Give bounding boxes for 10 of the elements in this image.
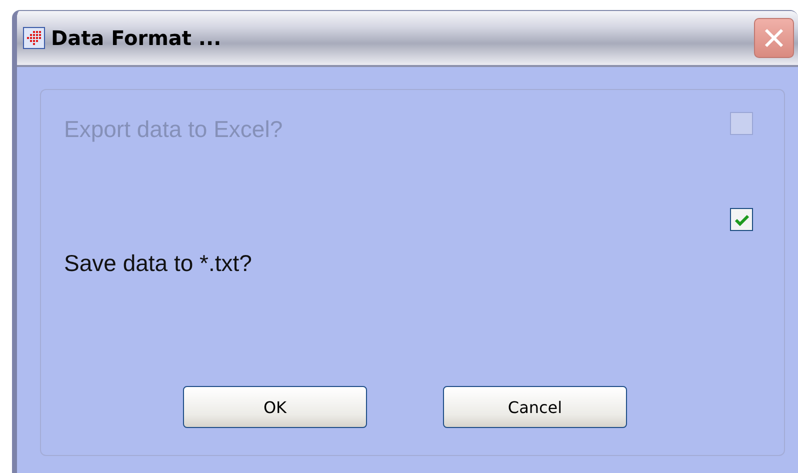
- option-label: Save data to *.txt?: [64, 250, 252, 277]
- close-button[interactable]: [754, 18, 794, 58]
- app-icon: [23, 27, 45, 49]
- checkbox[interactable]: [730, 208, 753, 231]
- close-icon: [763, 27, 785, 49]
- cancel-button[interactable]: Cancel: [443, 386, 627, 428]
- option-label: Export data to Excel?: [64, 116, 283, 143]
- window-title: Data Format ...: [51, 26, 222, 50]
- ok-button[interactable]: OK: [183, 386, 367, 428]
- checkmark-icon: [734, 214, 748, 226]
